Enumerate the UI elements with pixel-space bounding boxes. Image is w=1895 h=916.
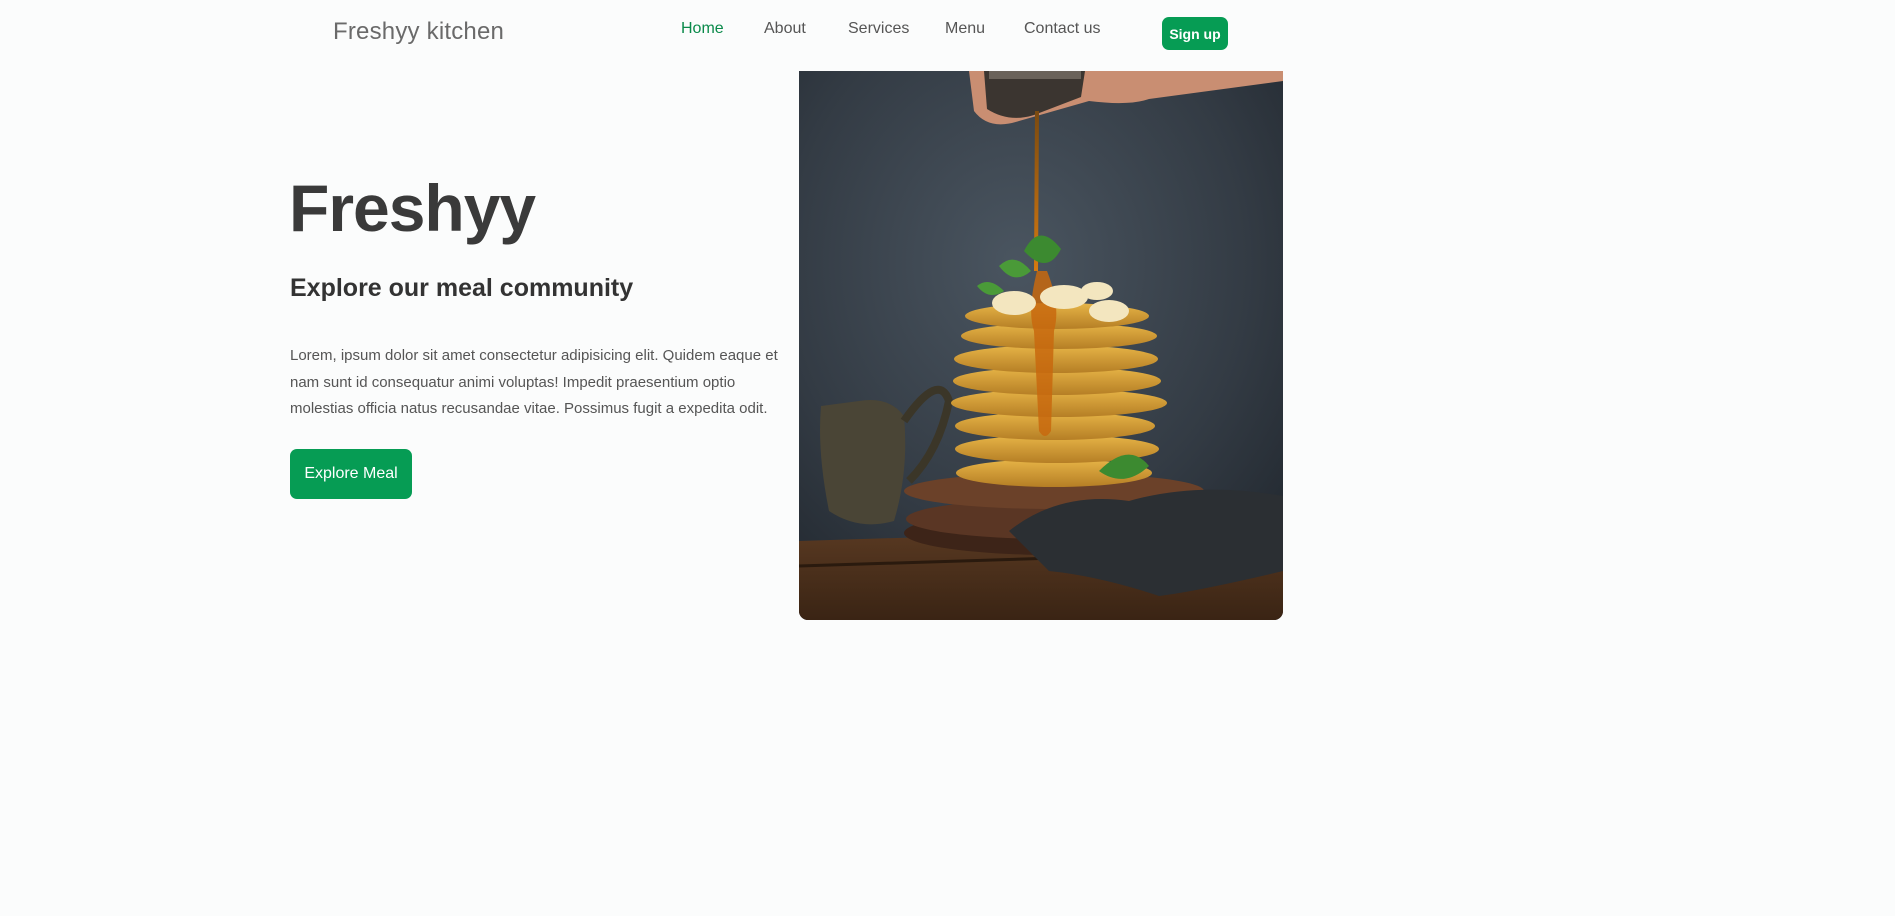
- nav-link-services[interactable]: Services: [848, 20, 909, 38]
- hero-title: Freshyy: [289, 171, 536, 245]
- nav-link-home[interactable]: Home: [681, 20, 724, 38]
- nav-link-menu[interactable]: Menu: [945, 20, 985, 38]
- navbar: Freshyy kitchen Home About Services Menu…: [0, 0, 1568, 70]
- nav-links: Home About Services Menu Contact us: [0, 20, 1568, 44]
- nav-link-contact[interactable]: Contact us: [1024, 20, 1100, 38]
- explore-meal-button[interactable]: Explore Meal: [290, 449, 412, 499]
- hero-subtitle: Explore our meal community: [290, 274, 634, 302]
- hero-description: Lorem, ipsum dolor sit amet consectetur …: [290, 347, 778, 417]
- nav-link-about[interactable]: About: [764, 20, 806, 38]
- signup-button[interactable]: Sign up: [1162, 17, 1228, 50]
- hero-image-pancakes: [799, 71, 1283, 620]
